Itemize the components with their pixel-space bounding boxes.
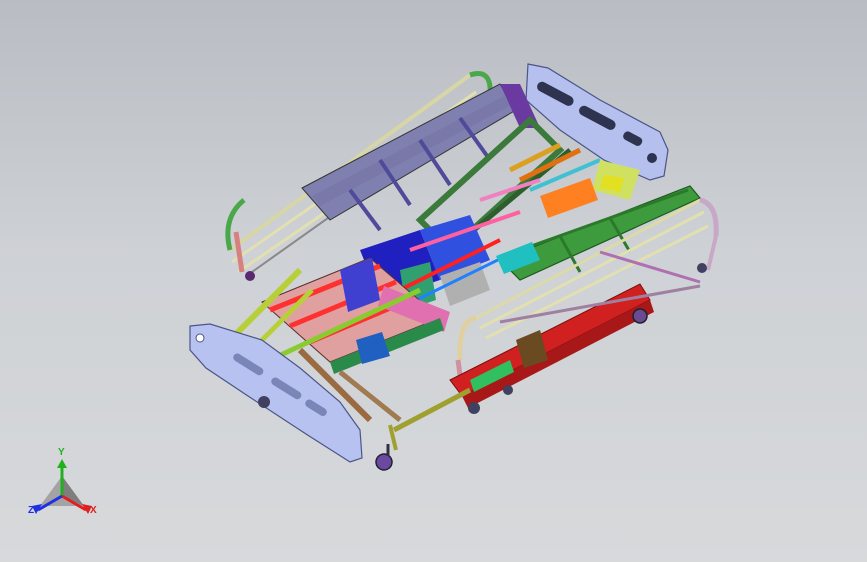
- y-axis-label: Y: [58, 447, 65, 458]
- coordinate-triad: Y X Z: [22, 448, 102, 523]
- base-frame[interactable]: [449, 250, 701, 408]
- graphics-viewport[interactable]: Y X Z: [0, 0, 867, 562]
- z-axis-label: Z: [28, 505, 35, 516]
- bed-3d-model[interactable]: [0, 0, 867, 562]
- back-rest-frame[interactable]: [301, 83, 540, 232]
- x-axis-label: X: [90, 505, 97, 516]
